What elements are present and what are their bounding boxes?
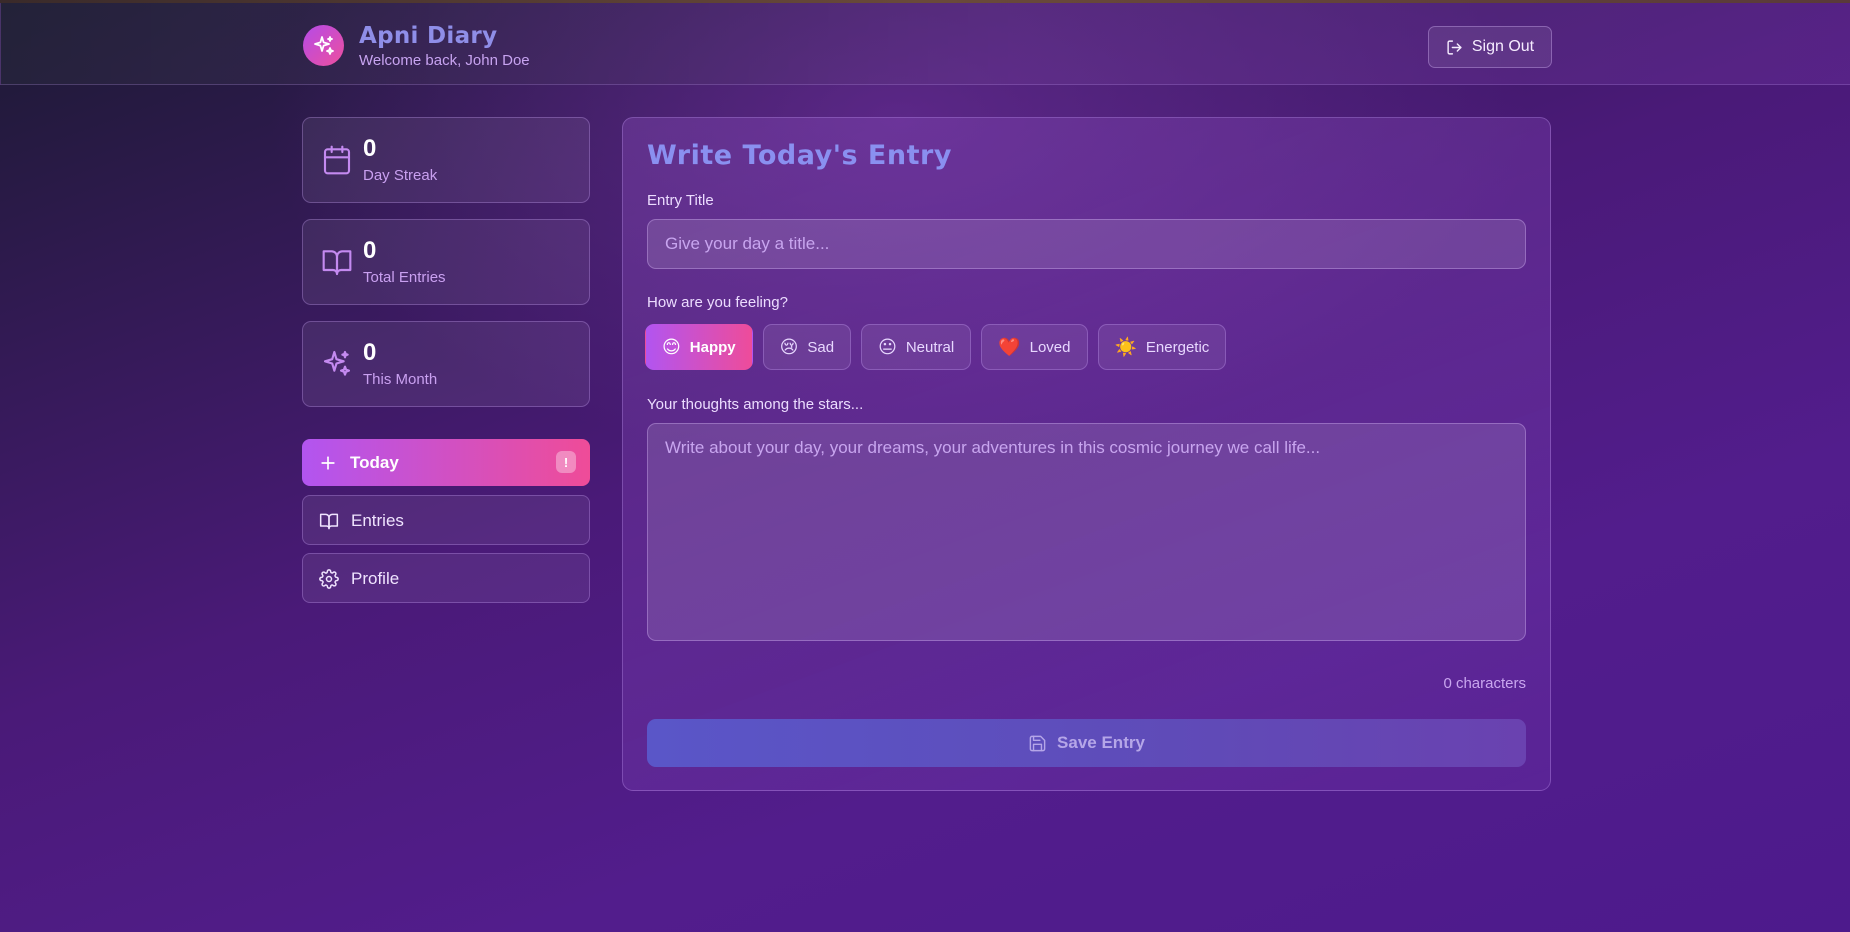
save-icon [1029,735,1046,751]
sun-emoji-icon: ☀️ [1114,336,1137,358]
save-entry-label: Save Entry [1057,733,1145,752]
mood-button-sad[interactable]: 😢 Sad [762,324,852,370]
nav-item-entries[interactable]: Entries [302,495,590,545]
mood-button-neutral[interactable]: 😐 Neutral [861,324,972,370]
entry-title-label: Entry Title [647,192,714,209]
entry-editor-panel: Write Today's Entry Entry Title How are … [622,117,1551,791]
nav-label: Profile [351,569,400,588]
entry-title-input[interactable] [647,219,1526,269]
thoughts-label: Your thoughts among the stars... [647,396,864,413]
welcome-text: Welcome back, John Doe [359,52,530,69]
sparkles-icon [323,350,351,376]
stat-label: Day Streak [363,167,438,184]
nav-item-today[interactable]: Today ! [302,439,590,486]
nav-item-profile[interactable]: Profile [302,553,590,603]
book-icon [322,250,352,276]
nav-label: Today [350,453,399,472]
page-title: Write Today's Entry [647,140,952,171]
stat-card-this-month: 0 This Month [302,321,590,407]
smile-emoji-icon: 😊 [662,336,681,358]
save-entry-button[interactable]: Save Entry [647,719,1526,767]
stat-value: 0 [363,339,377,366]
mood-button-loved[interactable]: ❤️ Loved [981,324,1088,370]
stat-card-day-streak: 0 Day Streak [302,117,590,203]
mood-label: Neutral [905,338,955,356]
mood-label: Sad [807,338,835,356]
mood-button-happy[interactable]: 😊 Happy [645,324,753,370]
gear-icon [319,569,339,589]
sign-out-button[interactable]: Sign Out [1428,26,1552,68]
entry-body-textarea[interactable] [647,423,1526,641]
book-icon [319,513,339,530]
mood-selector: 😊 Happy 😢 Sad 😐 Neutral ❤️ Loved ☀️ Ener… [645,324,1227,372]
stat-card-total-entries: 0 Total Entries [302,219,590,305]
calendar-icon [323,145,351,175]
nav-label: Entries [351,511,404,530]
sparkles-icon [313,35,334,55]
app-header: Apni Diary Welcome back, John Doe Sign O… [0,3,1850,85]
crying-emoji-icon: 😢 [779,336,799,358]
mood-label: Loved [1029,338,1071,356]
logo [303,25,344,66]
character-count: 0 characters [1443,675,1526,692]
sign-out-label: Sign Out [1471,38,1535,55]
neutral-emoji-icon: 😐 [878,336,897,358]
app-title: Apni Diary [359,23,498,49]
notification-badge: ! [556,451,576,473]
mood-label: How are you feeling? [647,294,788,311]
plus-icon [321,456,335,470]
log-out-icon [1447,39,1462,55]
mood-button-energetic[interactable]: ☀️ Energetic [1097,324,1227,370]
mood-label: Energetic [1145,338,1210,356]
stat-value: 0 [363,237,377,264]
stat-value: 0 [363,135,377,162]
mood-label: Happy [689,338,736,356]
stat-label: This Month [363,371,438,388]
heart-emoji-icon: ❤️ [998,336,1021,358]
stat-label: Total Entries [363,269,446,286]
